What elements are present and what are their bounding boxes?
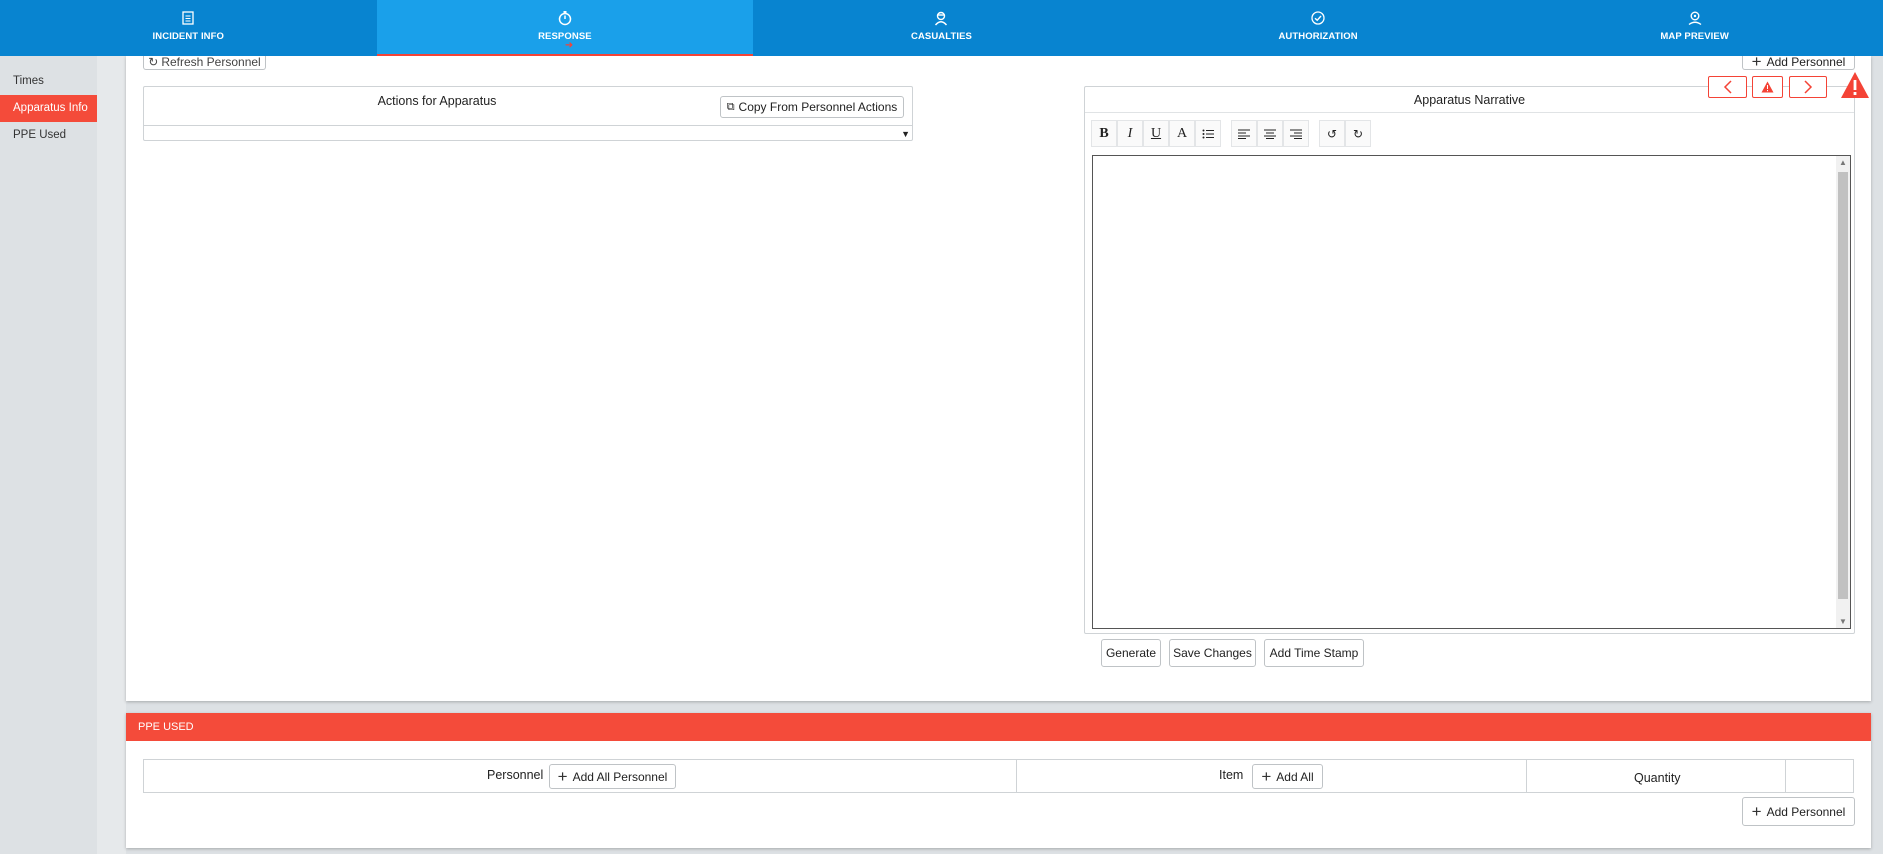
actions-select[interactable]: ▼ <box>144 126 912 140</box>
tab-authorization[interactable]: AUTHORIZATION <box>1130 0 1507 56</box>
italic-label: I <box>1127 125 1133 141</box>
top-nav: INCIDENT INFO RESPONSE ➜ CASUALTIES AUTH… <box>0 0 1883 56</box>
tab-authorization-label: AUTHORIZATION <box>1278 31 1358 42</box>
list-button[interactable] <box>1195 120 1221 147</box>
warning-button[interactable] <box>1752 76 1783 98</box>
add-all-label: Add All <box>1276 769 1314 784</box>
warning-icon <box>1761 81 1774 93</box>
scroll-down-icon[interactable]: ▼ <box>1836 617 1850 626</box>
ppe-header: PPE USED <box>126 713 1871 741</box>
tab-casualties[interactable]: CASUALTIES <box>753 0 1130 56</box>
apparatus-panel: ↻ Refresh Personnel + Add Personnel Acti… <box>126 46 1871 701</box>
copy-label: Copy From Personnel Actions <box>738 100 898 114</box>
bold-button[interactable]: B <box>1091 120 1117 147</box>
sidebar-gutter <box>97 56 126 854</box>
chevron-right-icon <box>1804 80 1813 94</box>
editor-scrollbar[interactable]: ▲ ▼ <box>1836 156 1850 628</box>
tab-incident-info-label: INCIDENT INFO <box>152 31 225 42</box>
plus-icon: + <box>1751 801 1762 821</box>
sidebar: Times Apparatus Info PPE Used <box>0 56 97 854</box>
item-column-label: Item <box>1219 768 1244 782</box>
align-center-button[interactable] <box>1257 120 1283 147</box>
italic-button[interactable]: I <box>1117 120 1143 147</box>
refresh-personnel-label: Refresh Personnel <box>161 54 261 69</box>
actions-for-apparatus: Actions for Apparatus ⧉ Copy From Person… <box>143 86 913 141</box>
next-record-button[interactable] <box>1789 76 1827 98</box>
quantity-column-label: Quantity <box>1634 771 1681 785</box>
clipboard-icon <box>182 11 194 25</box>
align-left-button[interactable] <box>1231 120 1257 147</box>
align-right-icon <box>1290 129 1302 139</box>
alert-pointer-icon: ➜ <box>564 40 574 51</box>
prev-record-button[interactable] <box>1708 76 1747 98</box>
underline-label: U <box>1150 125 1162 141</box>
actions-header: Actions for Apparatus ⧉ Copy From Person… <box>144 87 912 126</box>
plus-icon: + <box>1751 51 1762 71</box>
add-all-personnel-button[interactable]: + Add All Personnel <box>549 764 676 789</box>
align-left-icon <box>1238 129 1250 139</box>
editor-toolbar: B I U A ↺ ↻ <box>1091 120 1371 147</box>
actions-title: Actions for Apparatus <box>377 94 497 108</box>
scrollbar-thumb[interactable] <box>1838 172 1848 599</box>
ppe-used-section: PPE USED Personnel + Add All Personnel I… <box>126 713 1871 848</box>
add-time-stamp-button[interactable]: Add Time Stamp <box>1264 639 1364 667</box>
narrative-text <box>1093 156 1850 168</box>
chevron-left-icon <box>1723 80 1732 94</box>
redo-button[interactable]: ↻ <box>1345 120 1371 147</box>
ppe-col-quantity: Quantity <box>1527 760 1786 792</box>
undo-icon: ↺ <box>1326 126 1338 141</box>
sidebar-item-ppe-used[interactable]: PPE Used <box>0 122 97 149</box>
undo-button[interactable]: ↺ <box>1319 120 1345 147</box>
tab-response[interactable]: RESPONSE ➜ <box>376 0 754 56</box>
chevron-down-icon: ▼ <box>901 129 910 139</box>
sidebar-item-times[interactable]: Times <box>0 68 97 95</box>
sidebar-item-apparatus-info[interactable]: Apparatus Info <box>0 95 97 122</box>
ppe-col-actions <box>1786 760 1853 792</box>
narrative-editor[interactable]: ▲ ▼ <box>1092 155 1851 629</box>
list-icon <box>1202 129 1214 138</box>
add-all-items-button[interactable]: + Add All <box>1252 764 1323 789</box>
generate-button[interactable]: Generate <box>1101 639 1161 667</box>
save-changes-button[interactable]: Save Changes <box>1169 639 1256 667</box>
add-personnel-top-label: Add Personnel <box>1766 54 1846 69</box>
check-circle-icon <box>1311 11 1325 25</box>
plus-icon: + <box>557 766 568 786</box>
personnel-column-label: Personnel <box>487 768 544 782</box>
person-icon <box>935 11 948 26</box>
add-all-personnel-label: Add All Personnel <box>572 769 668 784</box>
apparatus-narrative: Apparatus Narrative B I U A ↺ ↻ ▲ ▼ <box>1084 86 1855 634</box>
underline-button[interactable]: U <box>1143 120 1169 147</box>
copy-from-personnel-actions-button[interactable]: ⧉ Copy From Personnel Actions <box>720 96 904 118</box>
add-personnel-ppe-label: Add Personnel <box>1766 804 1846 819</box>
ppe-col-item: Item + Add All <box>1017 760 1527 792</box>
bold-label: B <box>1099 125 1109 141</box>
align-center-icon <box>1264 129 1276 139</box>
scroll-up-icon[interactable]: ▲ <box>1836 158 1850 167</box>
tab-incident-info[interactable]: INCIDENT INFO <box>0 0 377 56</box>
stopwatch-icon <box>558 11 572 26</box>
ppe-col-personnel: Personnel + Add All Personnel <box>144 760 1017 792</box>
copy-icon: ⧉ <box>726 100 735 113</box>
refresh-icon: ↻ <box>148 54 159 69</box>
ppe-table-header: Personnel + Add All Personnel Item + Add… <box>143 759 1854 793</box>
align-right-button[interactable] <box>1283 120 1309 147</box>
redo-icon: ↻ <box>1352 126 1364 141</box>
tab-map-preview[interactable]: MAP PREVIEW <box>1506 0 1883 56</box>
alert-triangle-icon[interactable] <box>1840 70 1870 100</box>
tab-map-preview-label: MAP PREVIEW <box>1660 31 1729 42</box>
add-personnel-ppe-button[interactable]: + Add Personnel <box>1742 797 1855 826</box>
plus-icon: + <box>1261 766 1272 786</box>
map-pin-icon <box>1688 11 1702 26</box>
font-color-button[interactable]: A <box>1169 120 1195 147</box>
tab-casualties-label: CASUALTIES <box>910 31 972 42</box>
font-color-label: A <box>1176 125 1188 141</box>
